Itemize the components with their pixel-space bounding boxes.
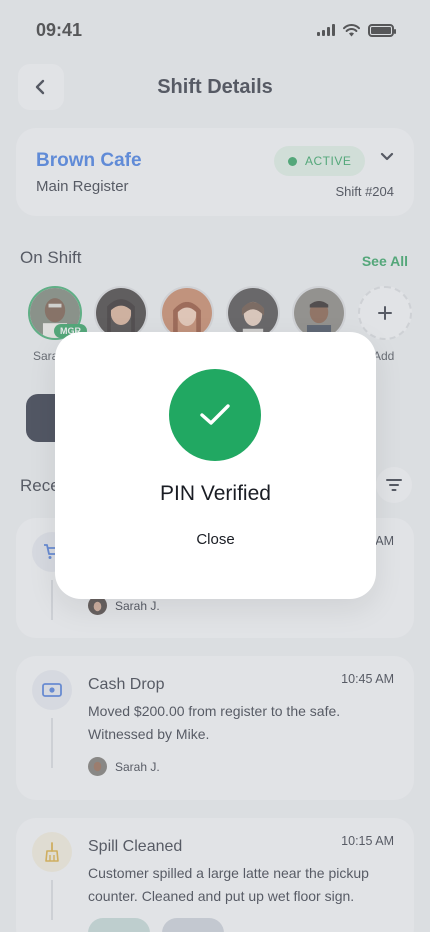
shift-details-screen: 09:41 Shift Details Brown Cafe Main Regi… — [0, 0, 430, 932]
checkmark-icon — [200, 404, 230, 425]
dialog-title: PIN Verified — [160, 482, 271, 505]
success-badge — [169, 369, 261, 461]
pin-verified-dialog: PIN Verified Close — [55, 332, 376, 599]
close-button[interactable]: Close — [55, 531, 376, 548]
